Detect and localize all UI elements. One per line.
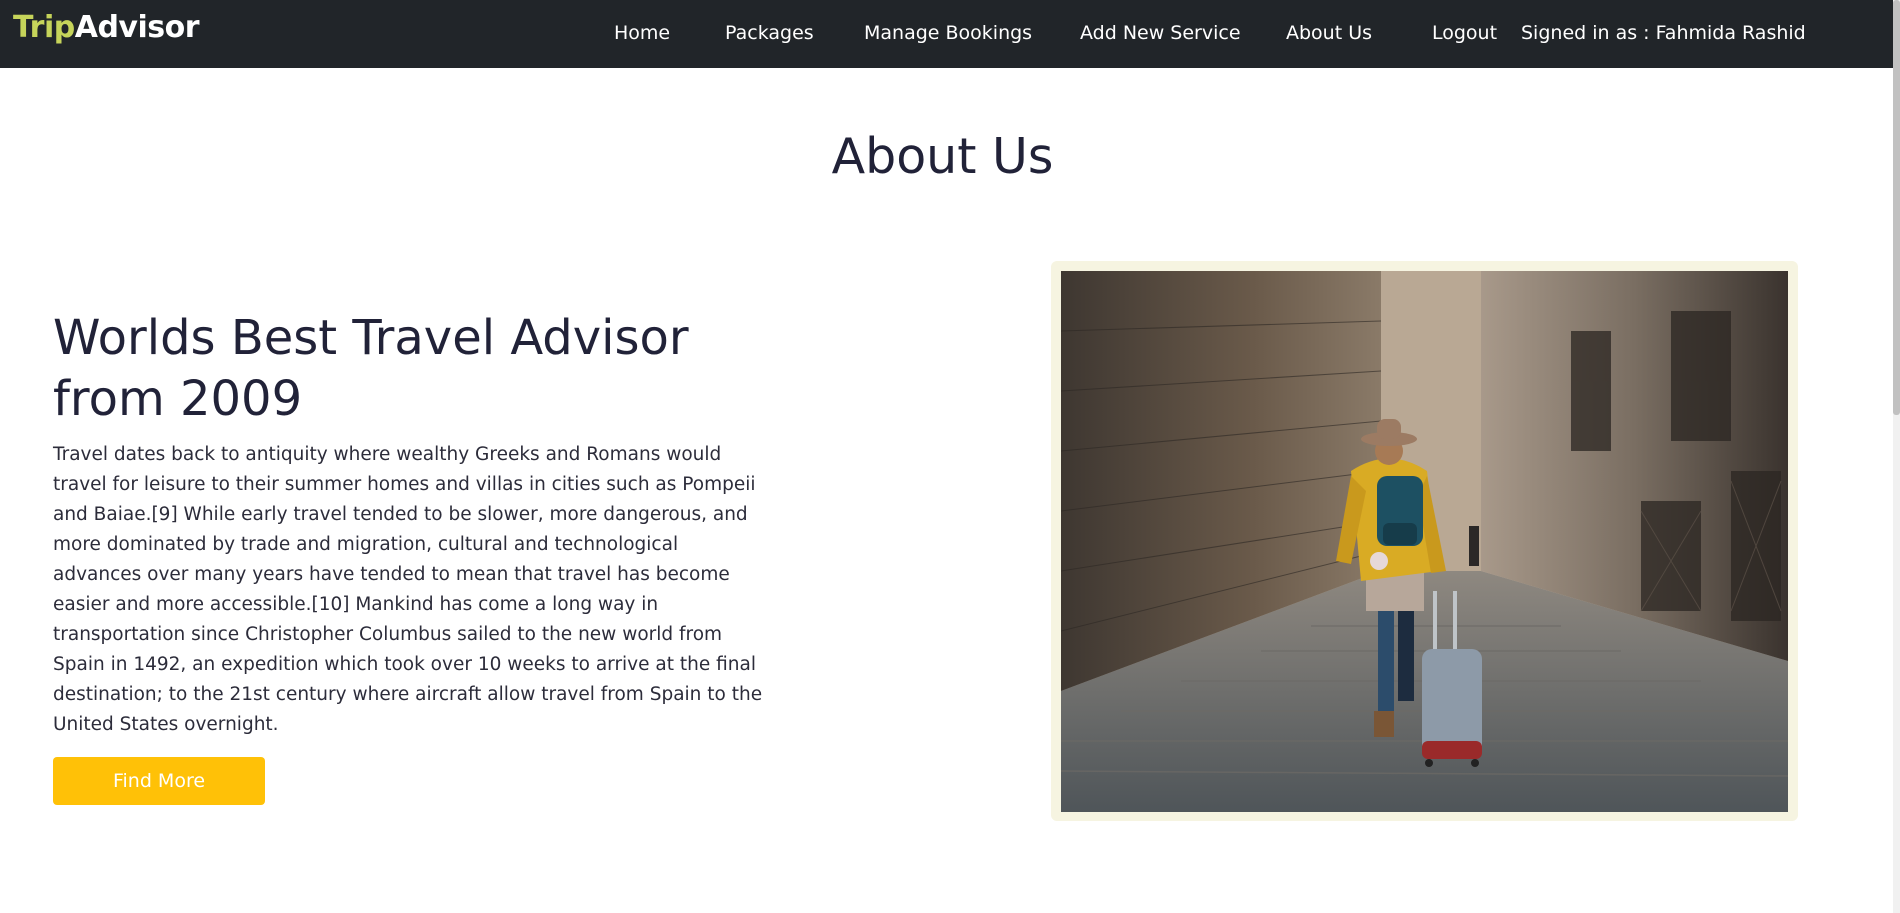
- feature-image-frame: [1051, 261, 1798, 821]
- brand-logo-advisor: Advisor: [74, 10, 200, 45]
- nav-add-new-service-link[interactable]: Add New Service: [1080, 22, 1241, 44]
- page: TripAdvisor Home Packages Manage Booking…: [0, 0, 1900, 913]
- nav-about-us-link[interactable]: About Us: [1286, 22, 1372, 44]
- logout-button[interactable]: Logout: [1432, 22, 1497, 44]
- signed-in-user-text: Signed in as : Fahmida Rashid: [1521, 22, 1806, 44]
- brand-logo[interactable]: TripAdvisor: [13, 10, 200, 45]
- traveler-alley-photo: [1061, 271, 1788, 812]
- brand-logo-trip: Trip: [13, 10, 75, 45]
- scrollbar-thumb[interactable]: [1893, 0, 1900, 415]
- nav-manage-bookings-link[interactable]: Manage Bookings: [864, 22, 1032, 44]
- nav-home-link[interactable]: Home: [614, 22, 670, 44]
- top-navbar: TripAdvisor Home Packages Manage Booking…: [0, 0, 1893, 68]
- find-more-button[interactable]: Find More: [53, 757, 265, 805]
- page-scrollbar[interactable]: [1893, 0, 1900, 913]
- page-title: About Us: [831, 128, 1054, 185]
- feature-description: Travel dates back to antiquity where wea…: [53, 444, 763, 735]
- feature-heading: Worlds Best Travel Advisor from 2009: [53, 310, 689, 427]
- nav-packages-link[interactable]: Packages: [725, 22, 814, 44]
